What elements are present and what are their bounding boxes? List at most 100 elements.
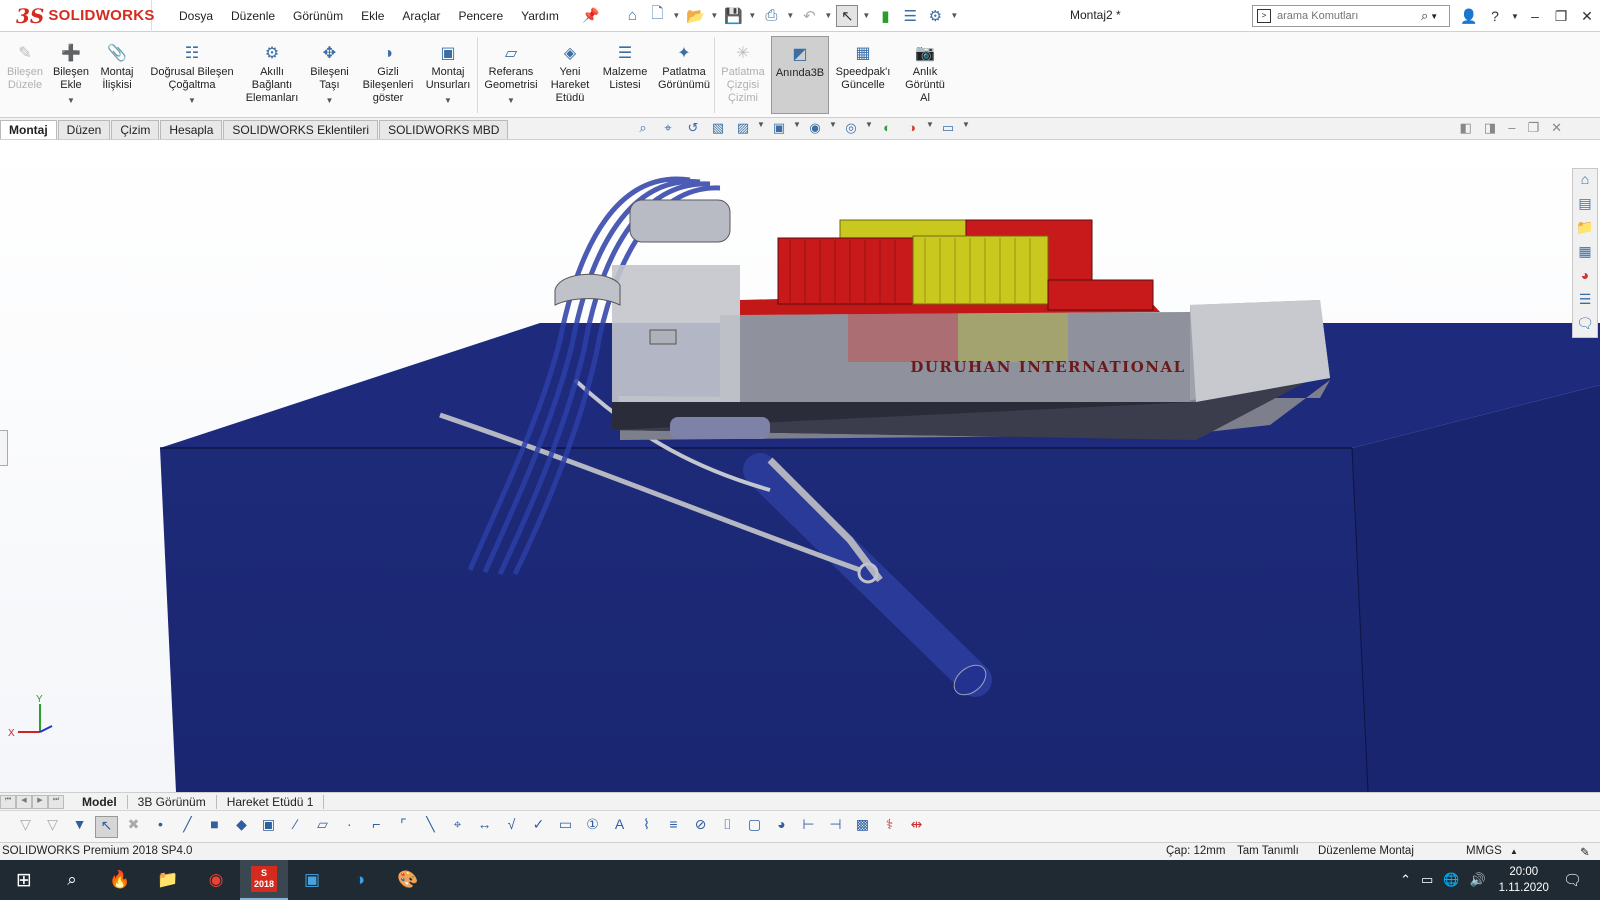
last-tab-icon[interactable]: ⏭ [48, 794, 64, 809]
user-account-icon[interactable]: 👤 [1456, 8, 1482, 25]
tab-eklentiler[interactable]: SOLIDWORKS Eklentileri [223, 120, 379, 139]
undo-icon[interactable]: ↶ [798, 5, 820, 27]
tile-left-icon[interactable]: ◧ [1460, 120, 1472, 136]
first-tab-icon[interactable]: ⏮ [0, 794, 16, 809]
selection-filter-icon[interactable]: ▼ [68, 816, 91, 838]
doc-minimize-icon[interactable]: – [1508, 120, 1515, 136]
command-edit-component[interactable]: ✎ Bileşen Düzele [0, 32, 50, 92]
feature-tree-flyout-handle[interactable] [0, 430, 8, 466]
minimize-icon[interactable]: – [1522, 8, 1548, 24]
volume-icon[interactable]: 🔊 [1469, 872, 1485, 888]
command-linear-pattern[interactable]: ☷ Doğrusal Bileşen Çoğaltma ▼ [142, 32, 242, 107]
select-pointer-icon[interactable]: ↖ [836, 4, 859, 27]
filter-centerlines-icon[interactable]: ╲ [419, 816, 442, 838]
command-speedpak[interactable]: ▦ Speedpak'ı Güncelle [829, 32, 897, 92]
filter-mate-reference-icon[interactable]: ⇹ [905, 816, 928, 838]
filter-weld-symbols-icon[interactable]: ⌇ [635, 816, 658, 838]
orientation-dropdown-icon[interactable]: ▼ [793, 120, 801, 138]
filter-surfaces-icon[interactable]: ◆ [230, 816, 253, 838]
save-icon[interactable]: 💾 [722, 5, 744, 27]
model-tab-motion-study[interactable]: Hareket Etüdü 1 [217, 794, 325, 809]
command-assembly-features[interactable]: ▣ Montaj Unsurları ▼ [419, 32, 477, 107]
command-dropdown-icon[interactable]: ▼ [326, 94, 334, 107]
scene-dropdown-icon[interactable]: ▼ [926, 120, 934, 138]
edit-appearance-icon[interactable]: ◐ [876, 120, 898, 138]
filter-surface-finish-icon[interactable]: √ [500, 816, 523, 838]
filter-faces-icon[interactable]: ■ [203, 816, 226, 838]
unit-system[interactable]: MMGS [1466, 845, 1502, 857]
filter-datum-icon[interactable]: ≡ [662, 816, 685, 838]
filter-datum-targets-icon[interactable]: ⊘ [689, 816, 712, 838]
command-dropdown-icon[interactable]: ▼ [67, 94, 75, 107]
view-settings-monitor-icon[interactable]: ▭ [937, 120, 959, 138]
tab-duzen[interactable]: Düzen [57, 120, 111, 139]
home-icon[interactable]: ⌂ [621, 5, 643, 27]
menu-yardim[interactable]: Yardım [512, 9, 568, 23]
select-arrow-icon[interactable]: ↖ [95, 815, 118, 838]
save-dropdown-icon[interactable]: ▼ [747, 5, 757, 27]
print-dropdown-icon[interactable]: ▼ [785, 5, 795, 27]
design-library-icon[interactable]: ▤ [1575, 195, 1595, 215]
filter-blocks-icon[interactable]: ▢ [743, 816, 766, 838]
zoom-to-fit-icon[interactable]: ⌕ [632, 120, 654, 138]
command-dropdown-icon[interactable]: ▼ [444, 94, 452, 107]
command-search-box[interactable]: > ⌕ ▼ [1252, 5, 1450, 27]
pin-menu-icon[interactable]: 📌 [582, 7, 599, 24]
filter-notes-icon[interactable]: ▭ [554, 816, 577, 838]
solidworks-taskbar-icon[interactable]: S 2018 [240, 860, 288, 900]
view-palette-icon[interactable]: ▦ [1575, 243, 1595, 263]
remote-desktop-icon[interactable]: ▣ [288, 860, 336, 900]
show-hidden-icons-icon[interactable]: ⌃ [1400, 872, 1411, 888]
command-dropdown-icon[interactable]: ▼ [188, 94, 196, 107]
restore-icon[interactable]: ❐ [1548, 8, 1574, 25]
filter-icon[interactable]: ▽ [14, 816, 37, 838]
view-settings-dropdown-icon[interactable]: ▼ [962, 120, 970, 138]
command-smart-fasteners[interactable]: ⚙ Akıllı Bağlantı Elemanları [242, 32, 302, 105]
taskbar-search-icon[interactable]: ⌕ [48, 860, 96, 900]
customize-status-bar-icon[interactable]: ✎ [1580, 845, 1590, 859]
menu-duzenle[interactable]: Düzenle [222, 9, 284, 23]
filter-sketch-segments-icon[interactable]: ⌐ [365, 816, 388, 838]
filter-planes-icon[interactable]: ▱ [311, 816, 334, 838]
network-globe-icon[interactable]: 🌐 [1443, 872, 1459, 888]
tab-montaj[interactable]: Montaj [0, 120, 57, 139]
filter-points-icon[interactable]: ∙ [338, 816, 361, 838]
hide-show-dropdown-icon[interactable]: ▼ [865, 120, 873, 138]
filter-cosmetic-threads-icon[interactable]: ⌷ [716, 816, 739, 838]
hide-show-items-icon[interactable]: ◎ [840, 120, 862, 138]
apply-scene-icon[interactable]: ◑ [901, 120, 923, 138]
annotation-dropdown-icon[interactable]: ▼ [757, 120, 765, 138]
filter-text-icon[interactable]: A [608, 816, 631, 838]
filter-geometric-tolerance-icon[interactable]: ✓ [527, 816, 550, 838]
filter-spring-icon[interactable]: ⚕ [878, 816, 901, 838]
search-icon[interactable]: ⌕ [1421, 8, 1428, 24]
doc-restore-icon[interactable]: ❐ [1527, 120, 1539, 136]
tab-mbd[interactable]: SOLIDWORKS MBD [379, 120, 509, 139]
command-dropdown-icon[interactable]: ▼ [507, 94, 515, 107]
print-icon[interactable]: ⎙ [760, 5, 782, 27]
close-icon[interactable]: ✕ [1574, 8, 1600, 25]
filter-routing-points-icon[interactable]: ⊣ [824, 816, 847, 838]
torch-browser-icon[interactable]: 🔥 [96, 860, 144, 900]
filter-dowel-pins-icon[interactable]: ◕ [770, 816, 793, 838]
custom-properties-icon[interactable]: ☰ [1575, 291, 1595, 311]
file-explorer-taskbar-icon[interactable]: 📁 [144, 860, 192, 900]
filter-midpoints-icon[interactable]: ⌖ [446, 816, 469, 838]
menu-araclar[interactable]: Araçlar [393, 9, 449, 23]
dynamic-annotation-icon[interactable]: ▨ [732, 120, 754, 138]
help-icon[interactable]: ? [1482, 8, 1508, 24]
rebuild-traffic-light-icon[interactable]: ▮ [874, 5, 896, 27]
file-explorer-icon[interactable]: 📁 [1575, 219, 1595, 239]
tile-right-icon[interactable]: ◨ [1484, 120, 1496, 136]
command-insert-component[interactable]: ➕ Bileşen Ekle ▼ [50, 32, 92, 107]
edge-browser-icon[interactable]: ◑ [336, 860, 384, 900]
menu-pencere[interactable]: Pencere [449, 9, 512, 23]
zoom-to-area-icon[interactable]: ⌖ [657, 120, 679, 138]
undo-dropdown-icon[interactable]: ▼ [823, 5, 833, 27]
new-dropdown-icon[interactable]: ▼ [671, 5, 681, 27]
doc-close-icon[interactable]: ✕ [1551, 120, 1562, 136]
help-dropdown-icon[interactable]: ▼ [1508, 12, 1522, 21]
model-tab-3d-view[interactable]: 3B Görünüm [128, 794, 217, 809]
select-dropdown-icon[interactable]: ▼ [861, 5, 871, 27]
filter-sketch-points-icon[interactable]: ⌜ [392, 816, 415, 838]
